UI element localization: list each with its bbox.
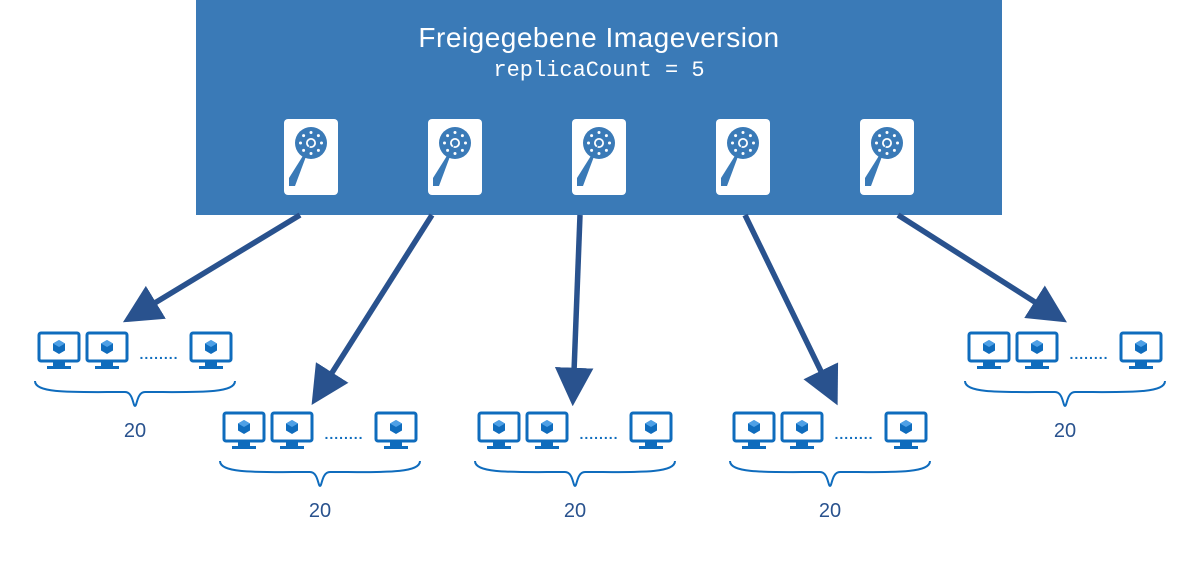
diagram-stage: Freigegebene Imageversion replicaCount =…: [0, 0, 1200, 561]
vm-icon: [525, 409, 569, 453]
vm-count-label: 20: [950, 420, 1180, 443]
vm-icon: [884, 409, 928, 453]
vm-icon: [1119, 329, 1163, 373]
vm-icon: [222, 409, 266, 453]
hard-disk-icon: [281, 116, 341, 198]
vm-icon: [477, 409, 521, 453]
shared-image-version-box: Freigegebene Imageversion replicaCount =…: [196, 0, 1002, 215]
header-subtitle: replicaCount = 5: [196, 58, 1002, 83]
ellipsis-dots: ........: [324, 426, 363, 442]
vm-icon: [629, 409, 673, 453]
vm-icon: [374, 409, 418, 453]
vm-icon: [37, 329, 81, 373]
vm-group: ........ 20: [715, 406, 945, 523]
vm-group: ........ 20: [950, 326, 1180, 443]
curly-brace: [950, 376, 1180, 418]
vm-row: ........: [20, 326, 250, 376]
hard-disk-icon: [569, 116, 629, 198]
curly-brace: [715, 456, 945, 498]
vm-row: ........: [205, 406, 435, 456]
vm-icon: [85, 329, 129, 373]
vm-icon: [189, 329, 233, 373]
vm-group: ........ 20: [460, 406, 690, 523]
hard-disk-icon: [857, 116, 917, 198]
vm-count-label: 20: [460, 500, 690, 523]
curly-brace: [460, 456, 690, 498]
vm-row: ........: [460, 406, 690, 456]
vm-count-label: 20: [205, 500, 435, 523]
curly-brace: [205, 456, 435, 498]
ellipsis-dots: ........: [1069, 346, 1108, 362]
vm-icon: [732, 409, 776, 453]
header-title: Freigegebene Imageversion: [196, 22, 1002, 54]
vm-icon: [967, 329, 1011, 373]
disk-replica-row: [196, 116, 1002, 198]
vm-row: ........: [715, 406, 945, 456]
vm-icon: [270, 409, 314, 453]
vm-row: ........: [950, 326, 1180, 376]
ellipsis-dots: ........: [139, 346, 178, 362]
hard-disk-icon: [713, 116, 773, 198]
ellipsis-dots: ........: [579, 426, 618, 442]
vm-count-label: 20: [715, 500, 945, 523]
vm-group: ........ 20: [205, 406, 435, 523]
vm-icon: [780, 409, 824, 453]
ellipsis-dots: ........: [834, 426, 873, 442]
hard-disk-icon: [425, 116, 485, 198]
vm-icon: [1015, 329, 1059, 373]
